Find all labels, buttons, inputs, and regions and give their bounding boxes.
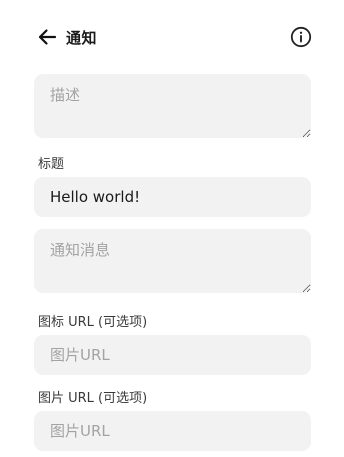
image-url-label: 图片 URL (可选项)	[38, 391, 148, 406]
header: 通知	[34, 0, 313, 74]
icon-url-label: 图标 URL (可选项)	[38, 315, 148, 330]
page-title: 通知	[66, 28, 98, 47]
icon-url-input[interactable]	[34, 335, 311, 375]
title-input[interactable]	[34, 177, 311, 217]
message-field[interactable]	[34, 229, 311, 293]
info-circle-icon	[290, 26, 312, 48]
image-url-input[interactable]	[34, 411, 311, 451]
info-button[interactable]	[289, 25, 313, 49]
notification-settings-page: 通知 标题 图标 URL (可选项) 图片 URL (可选项)	[0, 0, 344, 457]
back-button[interactable]	[35, 25, 59, 49]
header-left: 通知	[34, 25, 97, 49]
title-label: 标题	[38, 157, 65, 172]
description-field[interactable]	[34, 74, 311, 138]
arrow-left-icon	[38, 29, 57, 45]
